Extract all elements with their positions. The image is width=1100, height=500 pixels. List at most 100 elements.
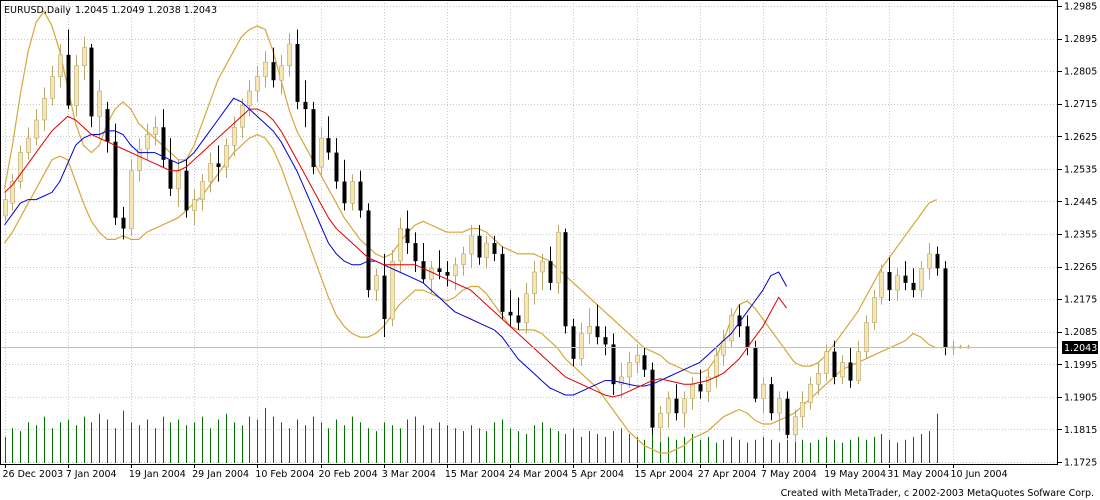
- candle-body: [461, 253, 466, 266]
- candle-body: [453, 264, 458, 276]
- candle: [563, 228, 568, 334]
- candle-body: [342, 181, 347, 204]
- candle-body: [200, 181, 205, 200]
- candle: [311, 101, 316, 175]
- candle-body: [374, 275, 379, 291]
- candle-body: [413, 243, 418, 262]
- candle-body: [563, 232, 568, 327]
- candle-body: [800, 401, 805, 418]
- price-chart[interactable]: 1.2985 1.2895 1.2805 1.2715 1.2625 1.2535 1.24…: [0, 0, 1100, 500]
- candle-body: [74, 65, 79, 106]
- candle-body: [903, 275, 908, 283]
- candle-body: [516, 315, 521, 323]
- candle-body: [927, 253, 932, 269]
- plot-area[interactable]: [0, 0, 1058, 464]
- candle-body: [161, 127, 166, 160]
- candle-body: [848, 362, 853, 381]
- candle-body: [919, 268, 924, 291]
- candle-body: [319, 137, 324, 168]
- candle-body: [232, 126, 237, 146]
- candle-body: [184, 170, 189, 211]
- candle-body: [445, 272, 450, 276]
- candle-body: [729, 315, 734, 342]
- time-axis-label: 15 Mar 2004: [445, 469, 505, 480]
- candle-body: [508, 311, 513, 316]
- candle-body: [769, 384, 774, 414]
- price-axis-label: 1.2805: [1064, 67, 1097, 78]
- candle-body: [872, 297, 877, 323]
- time-axis-label: 19 Jan 2004: [129, 469, 186, 480]
- price-axis: 1.2985 1.2895 1.2805 1.2715 1.2625 1.2535 1.24…: [1058, 2, 1097, 469]
- candle-body: [611, 344, 616, 385]
- candle-body: [650, 369, 655, 428]
- candle-body: [943, 268, 948, 348]
- price-axis-label: 1.2355: [1064, 230, 1097, 241]
- time-axis: 26 Dec 2003 7 Jan 2004 19 Jan 2004 29 Jan 2…: [3, 464, 1008, 480]
- candle-body: [698, 384, 703, 392]
- candle-body: [469, 235, 474, 255]
- candle-body: [255, 76, 260, 92]
- candle-body: [279, 65, 284, 81]
- candle-body: [247, 90, 252, 106]
- candle-body: [777, 398, 782, 414]
- price-axis-label: 1.2175: [1064, 295, 1097, 306]
- price-axis-label: 1.1995: [1064, 360, 1097, 371]
- candle: [943, 261, 948, 356]
- candle-body: [26, 137, 31, 153]
- candle-body: [642, 355, 647, 370]
- candle-body: [793, 416, 798, 436]
- time-axis-label: 24 Mar 2004: [508, 469, 568, 480]
- candle-body: [824, 351, 829, 374]
- candle-body: [840, 362, 845, 378]
- time-axis-label: 5 Apr 2004: [571, 469, 624, 480]
- time-axis-label: 27 Apr 2004: [698, 469, 757, 480]
- candle-body: [627, 362, 632, 378]
- candle-body: [58, 54, 63, 77]
- candle-body: [816, 373, 821, 385]
- candle-body: [192, 199, 197, 211]
- time-axis-label: 31 May 2004: [887, 469, 949, 480]
- candle-body: [856, 351, 861, 381]
- candle-body: [785, 398, 790, 435]
- price-axis-label: 1.1815: [1064, 425, 1097, 436]
- candle-body: [421, 261, 426, 280]
- price-axis-label: 1.2985: [1064, 2, 1097, 13]
- candle-body: [224, 145, 229, 168]
- time-axis-label: 10 Jun 2004: [951, 469, 1008, 480]
- candle-body: [82, 47, 87, 67]
- candle-body: [879, 271, 884, 298]
- candle-body: [326, 138, 331, 153]
- time-axis-label: 29 Jan 2004: [192, 469, 249, 480]
- candle-body: [366, 210, 371, 291]
- candle: [129, 159, 134, 236]
- price-axis-label: 1.1725: [1064, 458, 1097, 469]
- candle-body: [153, 126, 158, 135]
- time-axis-label: 7 Jan 2004: [66, 469, 117, 480]
- candle-body: [50, 76, 55, 99]
- candle-body: [263, 61, 268, 77]
- candle: [89, 44, 94, 128]
- current-price-label: 1.2043: [1064, 343, 1097, 354]
- candle-body: [105, 109, 110, 142]
- candle-body: [832, 351, 837, 377]
- candle-body: [761, 383, 766, 399]
- candle-body: [350, 181, 355, 204]
- candle-body: [208, 163, 213, 182]
- candle-body: [477, 235, 482, 258]
- candle-body: [334, 152, 339, 182]
- time-axis-label: 7 May 2004: [761, 469, 817, 480]
- candle-body: [714, 354, 719, 378]
- time-axis-label: 26 Dec 2003: [3, 469, 64, 480]
- time-axis-label: 15 Apr 2004: [635, 469, 694, 480]
- candle-body: [603, 337, 608, 345]
- candle-body: [66, 54, 71, 106]
- candle-body: [42, 97, 47, 121]
- candle-body: [635, 354, 640, 363]
- candle-body: [145, 134, 150, 150]
- price-axis-label: 1.2085: [1064, 327, 1097, 338]
- candle-body: [595, 326, 600, 338]
- candle-body: [287, 43, 292, 67]
- price-axis-label: 1.2895: [1064, 34, 1097, 45]
- candle-body: [429, 268, 434, 280]
- candle-body: [895, 275, 900, 291]
